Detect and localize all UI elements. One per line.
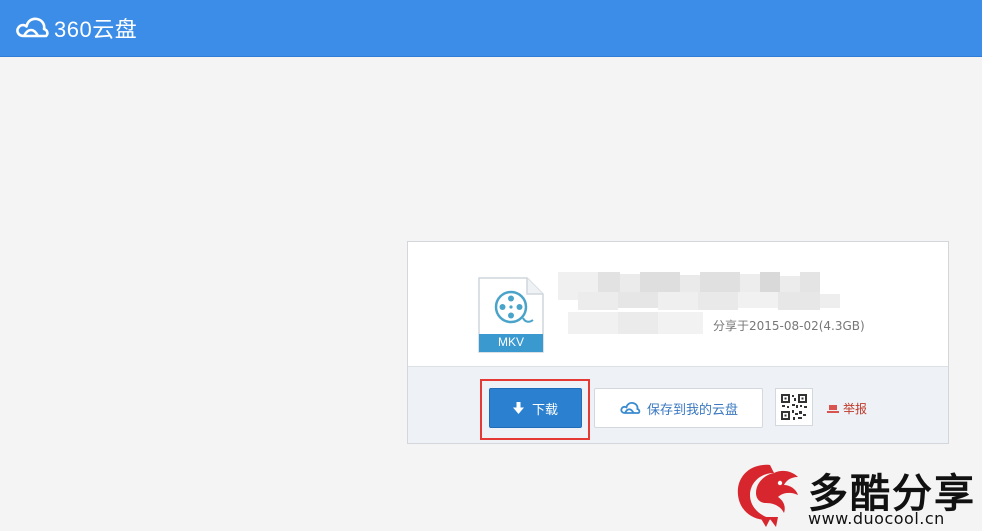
save-label: 保存到我的云盘 [646,402,738,418]
report-label: 举报 [843,402,868,416]
top-header: 360云盘 [0,0,982,57]
brand-name: 360云盘 [54,17,138,42]
cloud-logo-icon [16,17,49,38]
brand-logo[interactable]: 360云盘 [14,12,137,44]
share-card: MKV 分享于2015-08-02(4.3GB) 下载 保存到我的云盘 举报 [407,241,949,444]
dragon-logo-icon [737,464,798,527]
share-date-size: 分享于2015-08-02(4.3GB) [713,319,865,333]
download-label: 下载 [531,402,558,418]
file-type-label: MKV [497,335,524,349]
save-to-cloud-button[interactable]: 保存到我的云盘 [594,388,763,428]
download-button[interactable]: 下载 [489,388,582,428]
download-arrow-icon [512,402,524,414]
duocool-watermark: 多酷分享 www.duocool.cn [730,457,980,529]
report-link[interactable]: 举报 [827,400,867,417]
cloud-icon [619,400,641,416]
qr-code-icon [781,394,807,420]
watermark-url: www.duocool.cn [808,509,945,528]
qr-code-button[interactable] [775,388,813,426]
report-flag-icon [827,404,839,414]
